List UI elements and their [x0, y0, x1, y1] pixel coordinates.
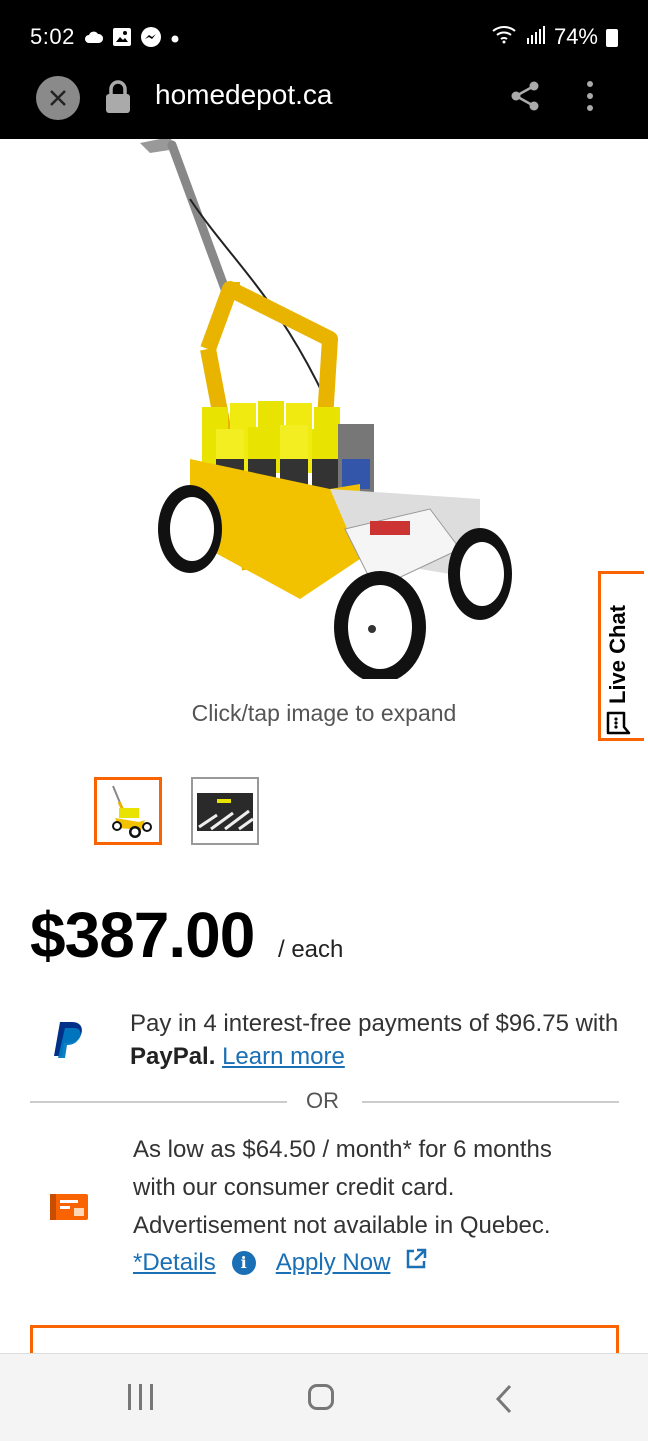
close-tab-button[interactable] [36, 76, 80, 120]
dot-icon [170, 31, 180, 49]
home-button[interactable] [308, 1384, 334, 1410]
status-time: 5:02 [30, 24, 75, 49]
credit-line-3: Advertisement not available in Quebec. [133, 1212, 551, 1239]
more-options-button[interactable] [584, 80, 596, 117]
thumbnail-2[interactable] [191, 777, 259, 845]
credit-card-icon [50, 1194, 88, 1225]
external-link-icon[interactable] [404, 1247, 428, 1278]
more-vert-icon [587, 81, 593, 111]
thumbnail-parking-lines-image [197, 793, 254, 831]
divider-left [30, 1101, 287, 1103]
cloud-icon [84, 29, 104, 50]
paypal-learn-more-link[interactable]: Learn more [222, 1043, 345, 1070]
lock-icon[interactable] [104, 80, 132, 119]
paypal-offer: Pay in 4 interest-free payments of $96.7… [130, 1007, 620, 1073]
apply-now-link[interactable]: Apply Now [276, 1249, 391, 1277]
details-link[interactable]: *Details [133, 1249, 216, 1277]
messenger-icon [140, 26, 162, 53]
paypal-offer-text: Pay in 4 interest-free payments of $96.7… [130, 1010, 619, 1037]
signal-icon [526, 24, 546, 50]
expand-image-hint[interactable]: Click/tap image to expand [0, 700, 648, 727]
system-nav-bar [0, 1353, 648, 1441]
back-chevron-icon [495, 1384, 512, 1414]
share-icon [511, 81, 539, 111]
status-notification-icons [84, 26, 180, 53]
credit-offer: As low as $64.50 / month* for 6 months w… [133, 1131, 613, 1245]
price-unit: / each [278, 936, 344, 963]
url-text[interactable]: homedepot.ca [155, 79, 332, 111]
chat-icon [606, 711, 631, 735]
gallery-icon [112, 27, 132, 52]
battery-percent: 74% [553, 24, 598, 49]
or-separator: OR [306, 1088, 339, 1113]
info-icon[interactable]: i [231, 1250, 256, 1275]
credit-links: *Details i Apply Now [133, 1247, 428, 1278]
live-chat-label: Live Chat [605, 604, 630, 704]
divider-right [362, 1101, 619, 1103]
paypal-logo-icon [52, 1020, 86, 1065]
battery-icon [606, 29, 618, 47]
price-amount: $387.00 [30, 899, 255, 971]
paypal-brand: PayPal. [130, 1043, 216, 1070]
back-button[interactable] [494, 1384, 514, 1419]
wifi-icon [492, 24, 518, 50]
live-chat-button[interactable]: Live Chat [598, 571, 644, 741]
credit-line-1: As low as $64.50 / month* for 6 months [133, 1136, 552, 1163]
recents-button[interactable] [128, 1384, 153, 1410]
thumbnail-1[interactable] [94, 777, 162, 845]
top-bar: 5:02 74% homedepot.ca [0, 0, 648, 139]
close-icon [50, 90, 66, 106]
status-right: 74% [492, 24, 618, 50]
share-button[interactable] [510, 80, 540, 117]
credit-line-2: with our consumer credit card. [133, 1174, 455, 1201]
thumbnail-striper-image [112, 785, 152, 838]
product-image[interactable] [130, 139, 550, 679]
